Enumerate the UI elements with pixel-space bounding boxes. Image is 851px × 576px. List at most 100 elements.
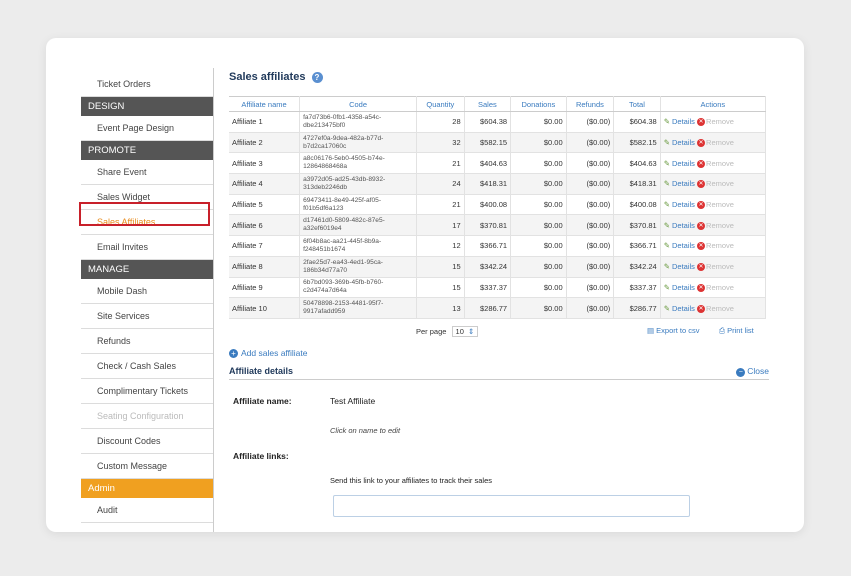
close-label: Close — [747, 365, 769, 376]
quantity-cell: 12 — [416, 235, 465, 257]
page-title: Sales affiliates ? — [229, 68, 769, 86]
refunds-cell: ($0.00) — [566, 256, 615, 278]
sidebar-item-ticket-orders[interactable]: Ticket Orders — [81, 72, 213, 97]
table-row: Affiliate 6 d17461d0-5809-482c-87e5-a32ef… — [229, 214, 767, 237]
add-affiliate-label: Add sales affiliate — [241, 347, 308, 358]
donations-cell: $0.00 — [510, 256, 567, 278]
affiliate-name-cell[interactable]: Affiliate 9 — [229, 277, 301, 299]
export-csv-link[interactable]: ▤ Export to csv — [647, 326, 700, 335]
table-row: Affiliate 5 69473411-8e49-425f-af05-f01b5… — [229, 194, 767, 216]
remove-link[interactable]: Remove — [706, 159, 734, 168]
actions-cell: ✎ Details ✕ Remove — [660, 132, 767, 154]
remove-link[interactable]: Remove — [706, 117, 734, 126]
details-link[interactable]: Details — [672, 241, 695, 250]
printer-icon: ⎙ — [719, 325, 728, 335]
sidebar-item-mobile-dash[interactable]: Mobile Dash — [81, 279, 213, 304]
details-link[interactable]: Details — [672, 304, 695, 313]
affiliate-name-cell[interactable]: Affiliate 4 — [229, 173, 301, 195]
sidebar-item-refunds[interactable]: Refunds — [81, 329, 213, 354]
affiliate-name-cell[interactable]: Affiliate 8 — [229, 256, 301, 278]
remove-link[interactable]: Remove — [706, 304, 734, 313]
total-cell: $366.71 — [613, 235, 661, 257]
sidebar-item-check-cash-sales[interactable]: Check / Cash Sales — [81, 354, 213, 379]
affiliate-link-field[interactable] — [333, 495, 690, 517]
donations-cell: $0.00 — [510, 132, 567, 154]
sidebar-item-site-services[interactable]: Site Services — [81, 304, 213, 329]
code-cell: 6f04b8ac-aa21-445f-8b9a-f248451b1674 — [299, 235, 418, 257]
affiliate-name-cell[interactable]: Affiliate 6 — [229, 214, 301, 237]
export-label: Export to csv — [656, 325, 700, 335]
remove-link[interactable]: Remove — [706, 283, 734, 292]
remove-link[interactable]: Remove — [706, 138, 734, 147]
actions-cell: ✎ Details ✕ Remove — [660, 152, 767, 175]
affiliate-name-cell[interactable]: Affiliate 10 — [229, 297, 301, 319]
remove-link[interactable]: Remove — [706, 221, 734, 230]
details-link[interactable]: Details — [672, 200, 695, 209]
total-cell: $418.31 — [613, 173, 661, 195]
sales-cell: $582.15 — [464, 132, 512, 154]
edit-icon: ✎ — [663, 282, 670, 292]
affiliate-name-cell[interactable]: Affiliate 7 — [229, 235, 301, 257]
sidebar-item-event-page-design[interactable]: Event Page Design — [81, 116, 213, 141]
sales-cell: $418.31 — [464, 173, 512, 195]
donations-cell: $0.00 — [510, 194, 567, 216]
edit-hint: Click on name to edit — [330, 426, 401, 435]
affiliate-name-value[interactable]: Test Affiliate — [330, 396, 375, 406]
sales-cell: $342.24 — [464, 256, 512, 278]
total-cell: $404.63 — [613, 152, 661, 175]
affiliate-name-cell[interactable]: Affiliate 1 — [229, 111, 301, 133]
table-body: Affiliate 1 fa7d73b6-0fb1-4358-a54c-dbe21… — [229, 111, 767, 319]
add-affiliate-link[interactable]: + Add sales affiliate — [229, 348, 769, 362]
code-cell: fa7d73b6-0fb1-4358-a54c-dbe213475bf0 — [299, 111, 418, 133]
actions-cell: ✎ Details ✕ Remove — [660, 235, 767, 257]
print-label: Print list — [727, 325, 754, 335]
table-row: Affiliate 7 6f04b8ac-aa21-445f-8b9a-f2484… — [229, 235, 767, 257]
remove-link[interactable]: Remove — [706, 200, 734, 209]
table-row: Affiliate 10 50478898-2153-4481-95f7-9917… — [229, 297, 767, 319]
actions-cell: ✎ Details ✕ Remove — [660, 256, 767, 278]
sidebar-item-seating-configuration[interactable]: Seating Configuration — [81, 404, 213, 429]
total-cell: $582.15 — [613, 132, 661, 154]
sidebar-item-audit[interactable]: Audit — [81, 498, 213, 523]
column-header: Sales — [464, 96, 512, 112]
remove-link[interactable]: Remove — [706, 262, 734, 271]
details-link[interactable]: Details — [672, 262, 695, 271]
affiliate-name-cell[interactable]: Affiliate 3 — [229, 152, 301, 175]
actions-cell: ✎ Details ✕ Remove — [660, 277, 767, 299]
refunds-cell: ($0.00) — [566, 152, 615, 175]
sidebar-item-discount-codes[interactable]: Discount Codes — [81, 429, 213, 454]
details-link[interactable]: Details — [672, 159, 695, 168]
details-link[interactable]: Details — [672, 138, 695, 147]
affiliate-name-cell[interactable]: Affiliate 2 — [229, 132, 301, 154]
sales-cell: $604.38 — [464, 111, 512, 133]
affiliate-links-label: Affiliate links: — [233, 451, 289, 461]
details-link[interactable]: Details — [672, 283, 695, 292]
details-link[interactable]: Details — [672, 221, 695, 230]
remove-icon: ✕ — [697, 263, 706, 272]
per-page-value: 10 — [455, 326, 464, 336]
table-row: Affiliate 2 4727ef0a-9dea-482a-b77d-b7d2c… — [229, 132, 767, 154]
sidebar-item-email-invites[interactable]: Email Invites — [81, 235, 213, 260]
details-link[interactable]: Details — [672, 179, 695, 188]
remove-link[interactable]: Remove — [706, 241, 734, 250]
total-cell: $342.24 — [613, 256, 661, 278]
sidebar-item-complimentary-tickets[interactable]: Complimentary Tickets — [81, 379, 213, 404]
print-list-link[interactable]: ⎙ Print list — [719, 326, 754, 336]
remove-link[interactable]: Remove — [706, 179, 734, 188]
affiliate-name-cell[interactable]: Affiliate 5 — [229, 194, 301, 216]
sidebar-item-share-event[interactable]: Share Event — [81, 160, 213, 185]
actions-cell: ✎ Details ✕ Remove — [660, 173, 767, 195]
plus-icon: + — [229, 348, 238, 358]
table-row: Affiliate 8 2fae25d7-ea43-4ed1-95ca-186b3… — [229, 256, 767, 278]
close-button[interactable]: − Close — [736, 366, 769, 377]
help-icon[interactable]: ? — [311, 71, 323, 83]
per-page-select[interactable]: 10 ⇕ — [451, 325, 479, 337]
details-link[interactable]: Details — [672, 117, 695, 126]
refunds-cell: ($0.00) — [566, 214, 615, 237]
code-cell: 4727ef0a-9dea-482a-b77d-b7d2ca17060c — [299, 132, 418, 154]
code-cell: d17461d0-5809-482c-87e5-a32ef6019e4 — [299, 214, 418, 237]
refunds-cell: ($0.00) — [566, 235, 615, 257]
quantity-cell: 21 — [416, 194, 465, 216]
edit-icon: ✎ — [663, 262, 670, 272]
sidebar-item-custom-message[interactable]: Custom Message — [81, 454, 213, 479]
